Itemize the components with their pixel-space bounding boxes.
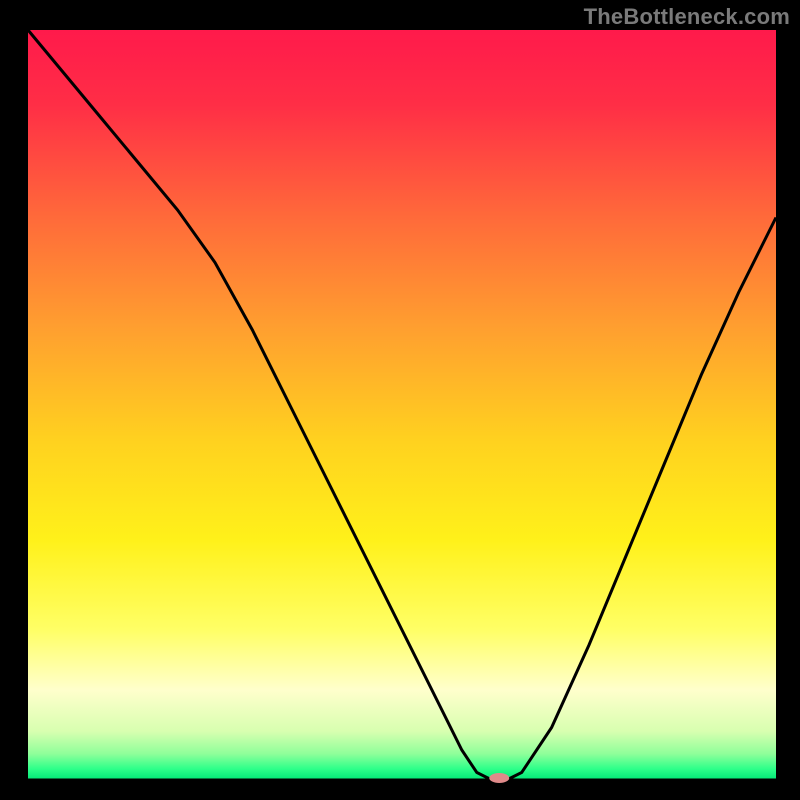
plot-background: [28, 30, 776, 780]
bottleneck-chart: [0, 0, 800, 800]
optimal-point-marker: [489, 773, 509, 783]
watermark-label: TheBottleneck.com: [584, 4, 790, 30]
chart-container: TheBottleneck.com: [0, 0, 800, 800]
